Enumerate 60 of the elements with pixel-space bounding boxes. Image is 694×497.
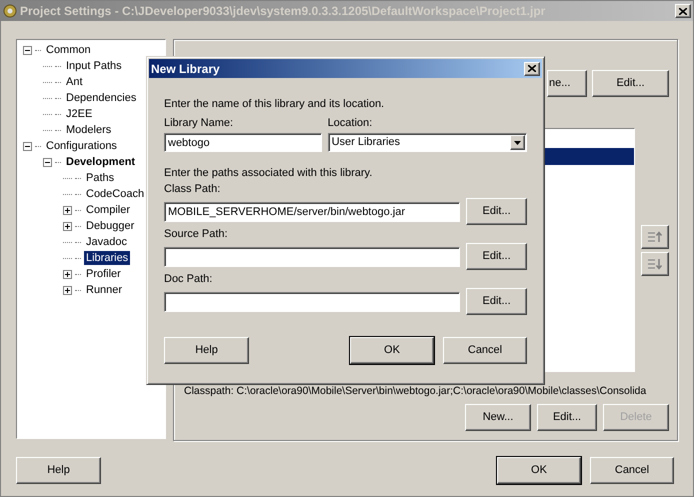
window-title: Project Settings - C:\JDeveloper9033\jdev\system9.0.3.3.1205\DefaultWorkspace\Project1.jpr: [20, 3, 546, 20]
app-icon: [3, 4, 17, 18]
field-label: Source Path:: [164, 227, 229, 241]
path-field[interactable]: [164, 292, 460, 312]
tree-item[interactable]: Modelers: [64, 123, 114, 137]
rename-button[interactable]: ne...: [547, 70, 587, 97]
path-field[interactable]: [164, 246, 460, 266]
move-up-button[interactable]: [641, 225, 669, 249]
edit-button[interactable]: Edit...: [466, 288, 527, 315]
close-button[interactable]: [675, 4, 691, 18]
ok-button[interactable]: OK: [497, 457, 581, 484]
intro-text: Enter the name of this library and its location.: [164, 97, 386, 111]
expand-icon[interactable]: [63, 270, 72, 278]
tree-item[interactable]: Input Paths: [64, 59, 124, 73]
library-name-field[interactable]: webtogo: [164, 133, 322, 152]
tree-item[interactable]: Runner: [84, 283, 124, 297]
expand-icon[interactable]: [63, 206, 72, 214]
field-label: Doc Path:: [164, 272, 214, 286]
close-button[interactable]: [524, 62, 540, 76]
tree-item[interactable]: Profiler: [84, 267, 123, 281]
close-icon: [679, 8, 687, 14]
field-label: Class Path:: [164, 182, 222, 196]
expand-icon[interactable]: [63, 286, 72, 294]
tree-item[interactable]: Dependencies: [64, 91, 138, 105]
ok-button[interactable]: OK: [350, 337, 434, 364]
tree-item[interactable]: CodeCoach: [84, 187, 146, 201]
path-field[interactable]: MOBILE_SERVERHOME/server/bin/webtogo.jar: [164, 202, 460, 222]
help-button[interactable]: Help: [16, 457, 101, 484]
paths-intro-text: Enter the paths associated with this library.: [164, 166, 374, 180]
collapse-icon[interactable]: [23, 46, 32, 54]
tree-item[interactable]: Development: [64, 155, 138, 169]
field-label: Library Name:: [164, 116, 234, 130]
tree-item[interactable]: Debugger: [84, 219, 136, 233]
tree-item[interactable]: J2EE: [64, 107, 94, 121]
tree-item[interactable]: Compiler: [84, 203, 132, 217]
tree-item[interactable]: Common: [44, 43, 93, 57]
tree-item[interactable]: Configurations: [44, 139, 119, 153]
field-label: Location:: [328, 116, 374, 130]
location-dropdown[interactable]: User Libraries: [328, 133, 527, 152]
edit-button[interactable]: Edit...: [466, 243, 527, 270]
move-down-button[interactable]: [641, 252, 669, 276]
dialog-title: New Library: [151, 60, 221, 78]
help-button[interactable]: Help: [164, 337, 249, 364]
tree-item[interactable]: Ant: [64, 75, 85, 89]
cancel-button[interactable]: Cancel: [590, 457, 674, 484]
edit-button[interactable]: Edit...: [466, 198, 527, 225]
expand-icon[interactable]: [63, 222, 72, 230]
tree-item[interactable]: Javadoc: [84, 235, 129, 249]
new-button[interactable]: New...: [465, 404, 531, 431]
collapse-icon[interactable]: [23, 142, 32, 150]
tree-item[interactable]: Paths: [84, 171, 116, 185]
collapse-icon[interactable]: [43, 158, 52, 166]
edit-button[interactable]: Edit...: [537, 404, 597, 431]
move-down-icon: [647, 257, 663, 271]
cancel-button[interactable]: Cancel: [443, 337, 527, 364]
close-icon: [528, 65, 536, 72]
tree-item[interactable]: Libraries: [84, 251, 130, 265]
edit-button[interactable]: Edit...: [592, 70, 669, 97]
move-up-icon: [647, 230, 663, 244]
classpath-text: Classpath: C:\oracle\ora90\Mobile\Server\bin\webtogo.jar;C:\oracle\ora90\Mobile\classes\Consolida: [184, 384, 648, 398]
